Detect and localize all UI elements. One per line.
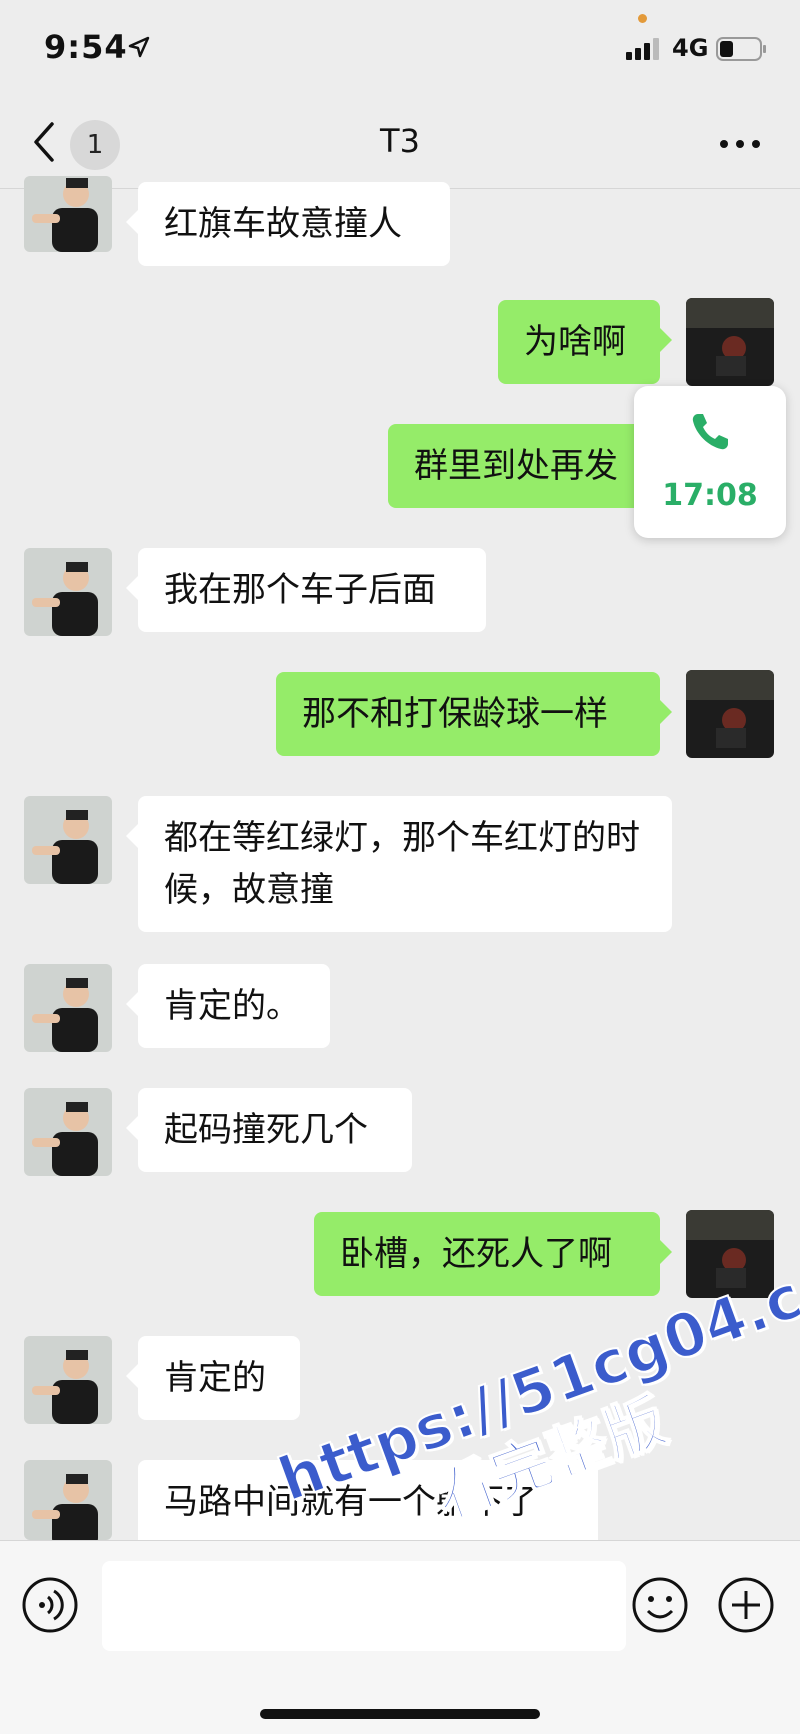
chat-title: T3: [380, 122, 420, 160]
battery-icon: [716, 37, 766, 61]
emoji-icon[interactable]: [630, 1575, 690, 1635]
contact-avatar[interactable]: [24, 796, 112, 884]
contact-avatar[interactable]: [24, 1336, 112, 1424]
nav-bar: 1 T3: [0, 100, 800, 189]
message-bubble[interactable]: 肯定的: [126, 1336, 300, 1420]
contact-avatar[interactable]: [24, 176, 112, 252]
call-floating-window[interactable]: 17:08: [634, 386, 786, 538]
my-avatar[interactable]: [686, 670, 774, 758]
signal-icon: [626, 38, 659, 60]
phone-icon: [692, 414, 728, 450]
privacy-dot: [638, 14, 647, 23]
plus-icon[interactable]: [716, 1575, 776, 1635]
voice-icon[interactable]: [20, 1575, 80, 1635]
contact-avatar[interactable]: [24, 1460, 112, 1540]
my-avatar[interactable]: [686, 298, 774, 386]
input-bar: [0, 1540, 800, 1734]
status-time: 9:54: [44, 28, 128, 66]
message-bubble[interactable]: 起码撞死几个: [126, 1088, 412, 1172]
status-bar: 9:54 4G: [0, 0, 800, 100]
message-bubble[interactable]: 肯定的。: [126, 964, 330, 1048]
message-bubble[interactable]: 卧槽，还死人了啊: [314, 1212, 672, 1296]
network-label: 4G: [672, 34, 709, 62]
contact-avatar[interactable]: [24, 1088, 112, 1176]
location-arrow-icon: [128, 36, 150, 58]
message-bubble[interactable]: 群里到处再发: [388, 424, 672, 508]
home-indicator: [260, 1709, 540, 1719]
call-duration: 17:08: [662, 478, 758, 513]
message-bubble[interactable]: 红旗车故意撞人: [126, 182, 450, 266]
message-bubble[interactable]: 为啥啊: [498, 300, 672, 384]
contact-avatar[interactable]: [24, 548, 112, 636]
message-bubble[interactable]: 我在那个车子后面: [126, 548, 486, 632]
message-bubble[interactable]: 都在等红绿灯，那个车红灯的时候，故意撞: [126, 796, 672, 932]
ellipsis-icon[interactable]: [718, 138, 762, 150]
message-bubble[interactable]: 那不和打保龄球一样: [276, 672, 672, 756]
message-input[interactable]: [102, 1561, 626, 1651]
contact-avatar[interactable]: [24, 964, 112, 1052]
